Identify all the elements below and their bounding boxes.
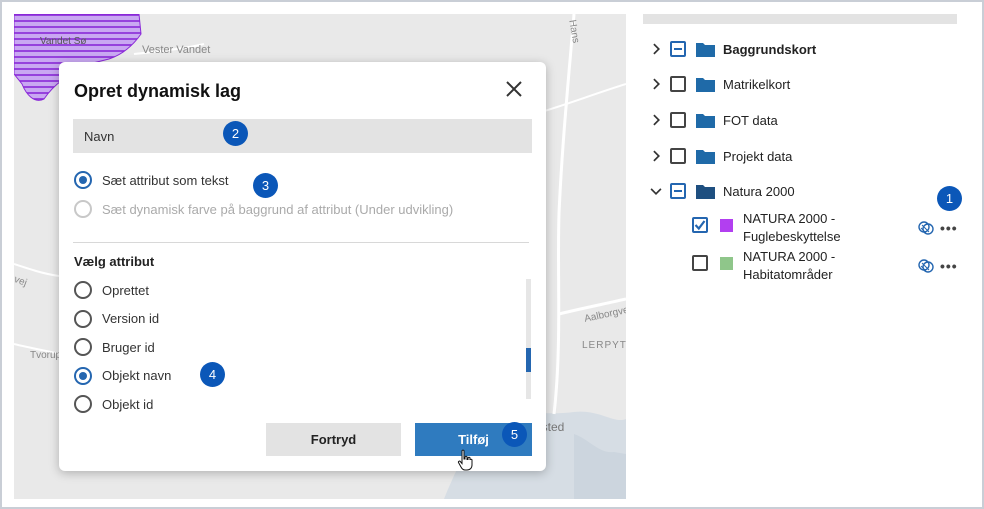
radio-button[interactable] (74, 366, 92, 385)
attribute-option-label: Objekt id (102, 396, 154, 412)
folder-icon (696, 113, 715, 128)
mode-option[interactable]: Sæt attribut som tekst (74, 170, 228, 190)
step-badge-5: 5 (502, 422, 527, 447)
layer-folder-row[interactable]: Projekt data (626, 143, 792, 169)
layer-style-icon[interactable] (918, 220, 934, 236)
create-dynamic-layer-dialog: Opret dynamisk lag Sæt attribut som teks… (59, 62, 546, 471)
mode-option: Sæt dynamisk farve på baggrund af attrib… (74, 199, 453, 219)
cancel-button[interactable]: Fortryd (266, 423, 401, 456)
layer-folder-row[interactable]: Matrikelkort (626, 71, 790, 97)
map-label: Tvorup (30, 350, 62, 361)
layer-panel: Baggrundskort Matrikelkort FOT data Projekt… (626, 14, 974, 499)
name-input[interactable] (73, 119, 532, 153)
layer-label: NATURA 2000 - Habitatområder (743, 249, 836, 282)
chevron-right-icon[interactable] (646, 146, 666, 166)
folder-icon (696, 77, 715, 92)
attribute-option-label: Oprettet (102, 282, 149, 298)
radio-button[interactable] (74, 171, 92, 189)
mode-option-label: Sæt dynamisk farve på baggrund af attrib… (102, 201, 454, 217)
panel-search-bar[interactable] (643, 14, 957, 24)
map-label: Vandet Sø (40, 36, 87, 47)
attribute-scrollbar-thumb[interactable] (526, 348, 531, 372)
radio-button[interactable] (74, 309, 92, 328)
layer-folder-row[interactable]: FOT data (626, 107, 778, 133)
folder-checkbox[interactable] (670, 148, 686, 164)
attribute-option[interactable]: Version id (74, 309, 159, 329)
attribute-option[interactable]: Oprettet (74, 280, 149, 300)
divider (73, 242, 529, 243)
step-badge-1: 1 (937, 186, 962, 211)
step-badge-2: 2 (223, 121, 248, 146)
ellipsis-icon[interactable]: ••• (940, 221, 958, 235)
chevron-right-icon[interactable] (646, 74, 666, 94)
chevron-down-icon[interactable] (646, 181, 666, 201)
step-badge-3: 3 (253, 173, 278, 198)
layer-tools: ••• (918, 220, 958, 236)
dialog-title: Opret dynamisk lag (74, 81, 242, 101)
layer-folder-row[interactable]: Natura 2000 (626, 178, 795, 204)
attribute-option-label: Objekt navn (102, 368, 172, 383)
chevron-right-icon[interactable] (646, 110, 666, 130)
layer-color-swatch (720, 219, 733, 232)
attribute-option[interactable]: Bruger id (74, 337, 155, 357)
attribute-section-label: Vælg attribut (74, 254, 155, 269)
close-icon[interactable] (503, 78, 525, 100)
radio-button[interactable] (74, 395, 92, 413)
attribute-option[interactable]: Objekt navn (74, 366, 171, 386)
ellipsis-icon[interactable]: ••• (940, 259, 958, 273)
layer-row[interactable]: NATURA 2000 - Habitatområder (688, 248, 913, 284)
mode-option-label: Sæt attribut som tekst (102, 172, 229, 188)
layer-checkbox[interactable] (692, 217, 708, 233)
chevron-right-icon[interactable] (646, 39, 666, 59)
folder-label: Natura 2000 (723, 183, 795, 199)
folder-icon (696, 42, 715, 57)
layer-tools: ••• (918, 258, 958, 274)
layer-checkbox[interactable] (692, 255, 708, 271)
hand-cursor-icon (457, 449, 473, 471)
attribute-option[interactable]: Objekt id (74, 394, 153, 414)
folder-label: Matrikelkort (723, 76, 791, 92)
folder-icon (696, 184, 715, 199)
folder-checkbox[interactable] (670, 183, 686, 199)
screenshot-frame: Vandet Sø Vester Vandet Hans vej Tvorup … (0, 0, 984, 509)
radio-button[interactable] (74, 281, 92, 299)
attribute-option-label: Bruger id (102, 339, 155, 355)
folder-label: Projekt data (723, 148, 793, 164)
attribute-option-label: Version id (102, 311, 160, 326)
layer-style-icon[interactable] (918, 258, 934, 274)
map-label: Vester Vandet (142, 44, 211, 56)
map-label: LERPYTT (582, 340, 626, 351)
layer-label: NATURA 2000 - Fuglebeskyttelse (743, 211, 841, 244)
folder-checkbox[interactable] (670, 76, 686, 92)
layer-folder-row[interactable]: Baggrundskort (626, 36, 816, 62)
folder-label: FOT data (723, 112, 778, 128)
radio-button (74, 200, 92, 218)
step-badge-4: 4 (200, 362, 225, 387)
layer-color-swatch (720, 257, 733, 270)
attribute-scrollbar[interactable] (526, 279, 531, 399)
layer-row[interactable]: NATURA 2000 - Fuglebeskyttelse (688, 210, 913, 246)
folder-label: Baggrundskort (723, 41, 817, 57)
folder-checkbox[interactable] (670, 41, 686, 57)
folder-checkbox[interactable] (670, 112, 686, 128)
folder-icon (696, 149, 715, 164)
radio-button[interactable] (74, 338, 92, 356)
